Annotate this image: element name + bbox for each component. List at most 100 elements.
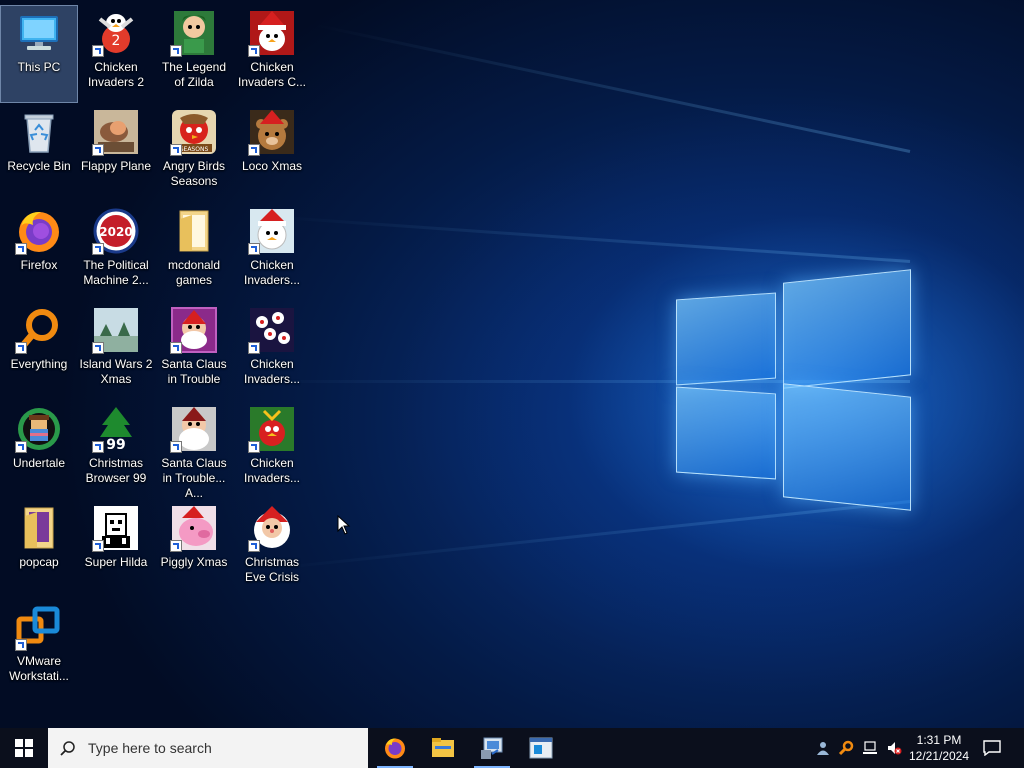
desktop-icon-loco-xmas[interactable]: Loco Xmas bbox=[234, 105, 310, 201]
light-beam bbox=[263, 500, 911, 571]
icon-label: mcdonald games bbox=[167, 258, 221, 287]
icon-label: Flappy Plane bbox=[80, 159, 152, 173]
vmware-icon bbox=[529, 737, 553, 759]
logo-pane-top-right bbox=[783, 269, 911, 389]
shortcut-arrow-icon bbox=[92, 441, 104, 453]
icon-label: Firefox bbox=[20, 258, 58, 272]
search-box[interactable]: Type here to search bbox=[48, 728, 368, 768]
shortcut-arrow-icon bbox=[92, 342, 104, 354]
desktop-icon-christmas-browser-99[interactable]: 99 Christmas Browser 99 bbox=[78, 402, 154, 498]
shortcut-arrow-icon bbox=[92, 243, 104, 255]
action-center-icon bbox=[983, 740, 1001, 756]
magnifier-icon bbox=[15, 306, 63, 354]
remote-app-icon bbox=[481, 737, 503, 759]
shortcut-arrow-icon bbox=[248, 540, 260, 552]
icon-label: Chicken Invaders 2 bbox=[87, 60, 145, 89]
logo-pane-top-left bbox=[676, 292, 776, 386]
action-center-button[interactable] bbox=[980, 728, 1004, 768]
zilda-game-icon bbox=[170, 9, 218, 57]
tray-everything[interactable] bbox=[836, 728, 856, 768]
people-icon bbox=[817, 742, 829, 755]
tray-network[interactable] bbox=[860, 728, 880, 768]
shortcut-arrow-icon bbox=[15, 639, 27, 651]
taskbar-app-vmware[interactable] bbox=[521, 728, 561, 768]
icon-label: Everything bbox=[10, 357, 68, 371]
chicken-green-icon bbox=[248, 405, 296, 453]
folder-icon bbox=[170, 207, 218, 255]
desktop-icon-chicken-invaders-4[interactable]: Chicken Invaders... bbox=[234, 303, 310, 399]
chicken-santa-icon bbox=[248, 9, 296, 57]
clock-time: 1:31 PM bbox=[916, 733, 962, 747]
badge-99: 99 bbox=[106, 437, 125, 453]
desktop-icon-chicken-invaders-5[interactable]: Chicken Invaders... bbox=[234, 402, 310, 498]
desktop-icon-christmas-eve-crisis[interactable]: Christmas Eve Crisis bbox=[234, 501, 310, 597]
taskbar-app-file-explorer[interactable] bbox=[423, 728, 463, 768]
search-icon bbox=[60, 741, 75, 756]
desktop-icon-chicken-invaders-2[interactable]: 2 Chicken Invaders 2 bbox=[78, 6, 154, 102]
desktop-icon-political-machine[interactable]: 2020 The Political Machine 2... bbox=[78, 204, 154, 300]
clock[interactable]: 1:31 PM 12/21/2024 bbox=[905, 728, 973, 768]
icon-label: Chicken Invaders C... bbox=[237, 60, 307, 89]
icon-label: VMware Workstati... bbox=[9, 654, 69, 683]
logo-pane-bottom-left bbox=[676, 386, 776, 480]
shortcut-arrow-icon bbox=[248, 243, 260, 255]
desktop-icon-flappy-plane[interactable]: Flappy Plane bbox=[78, 105, 154, 201]
pixel-dog-icon bbox=[92, 504, 140, 552]
icon-label: Angry Birds Seasons bbox=[162, 159, 226, 188]
desktop-icon-recycle-bin[interactable]: Recycle Bin bbox=[1, 105, 77, 201]
icon-label: Piggly Xmas bbox=[160, 555, 228, 569]
icon-label: Chicken Invaders... bbox=[243, 258, 301, 287]
icon-label: Loco Xmas bbox=[241, 159, 303, 173]
firefox-icon bbox=[385, 738, 405, 759]
desktop-icon-chicken-invaders-3[interactable]: Chicken Invaders... bbox=[234, 204, 310, 300]
icon-label: Super Hilda bbox=[84, 555, 148, 569]
badge-2: 2 bbox=[112, 33, 121, 49]
desktop-icon-everything[interactable]: Everything bbox=[1, 303, 77, 399]
teddy-bear-icon bbox=[248, 108, 296, 156]
shortcut-arrow-icon bbox=[92, 144, 104, 156]
desktop-icon-popcap[interactable]: popcap bbox=[1, 501, 77, 597]
island-wars-icon bbox=[92, 306, 140, 354]
vmware-icon bbox=[15, 603, 63, 651]
icon-label: Christmas Browser 99 bbox=[85, 456, 147, 485]
monitor-icon bbox=[15, 9, 63, 57]
logo-pane-bottom-right bbox=[783, 383, 911, 511]
desktop-icon-santa-claus-in-trouble-a[interactable]: Santa Claus in Trouble... A... bbox=[156, 402, 232, 500]
shortcut-arrow-icon bbox=[248, 45, 260, 57]
chicken-icon: 2 bbox=[92, 9, 140, 57]
desktop-icon-legend-of-zilda[interactable]: The Legend of Zilda bbox=[156, 6, 232, 102]
network-icon bbox=[863, 741, 877, 754]
icon-label: Undertale bbox=[12, 456, 66, 470]
icon-label: Chicken Invaders... bbox=[243, 456, 301, 485]
desktop-icon-piggly-xmas[interactable]: Piggly Xmas bbox=[156, 501, 232, 597]
desktop-icon-firefox[interactable]: Firefox bbox=[1, 204, 77, 300]
desktop-icon-chicken-invaders-c[interactable]: Chicken Invaders C... bbox=[234, 6, 310, 102]
start-button[interactable] bbox=[0, 728, 48, 768]
desktop-icon-santa-claus-in-trouble[interactable]: Santa Claus in Trouble bbox=[156, 303, 232, 399]
badge-2020: 2020 bbox=[99, 225, 132, 239]
pig-icon bbox=[170, 504, 218, 552]
desktop-icon-super-hilda[interactable]: Super Hilda bbox=[78, 501, 154, 597]
tray-people[interactable] bbox=[813, 728, 833, 768]
desktop-icon-vmware-workstation[interactable]: VMware Workstati... bbox=[1, 600, 77, 696]
icon-label: Island Wars 2 Xmas bbox=[79, 357, 153, 386]
angry-birds-icon: SEASONS bbox=[170, 108, 218, 156]
chicken-xmas-icon bbox=[248, 207, 296, 255]
shortcut-arrow-icon bbox=[170, 342, 182, 354]
taskbar-app-firefox[interactable] bbox=[375, 728, 415, 768]
recycle-bin-icon bbox=[15, 108, 63, 156]
shortcut-arrow-icon bbox=[170, 540, 182, 552]
political-machine-icon: 2020 bbox=[92, 207, 140, 255]
desktop-icon-undertale[interactable]: Undertale bbox=[1, 402, 77, 498]
shortcut-arrow-icon bbox=[170, 441, 182, 453]
desktop-icon-island-wars-2-xmas[interactable]: Island Wars 2 Xmas bbox=[78, 303, 154, 399]
taskbar-app-remote[interactable] bbox=[472, 728, 512, 768]
desktop-icon-this-pc[interactable]: This PC bbox=[0, 5, 78, 103]
folder-icon bbox=[15, 504, 63, 552]
undertale-icon bbox=[15, 405, 63, 453]
tray-volume[interactable] bbox=[884, 728, 904, 768]
icon-label: This PC bbox=[17, 60, 61, 74]
taskbar: Type here to search 1:31 PM 12/21/2024 bbox=[0, 728, 1024, 768]
desktop-icon-angry-birds-seasons[interactable]: SEASONS Angry Birds Seasons bbox=[156, 105, 232, 201]
desktop-icon-mcdonald-games[interactable]: mcdonald games bbox=[156, 204, 232, 300]
